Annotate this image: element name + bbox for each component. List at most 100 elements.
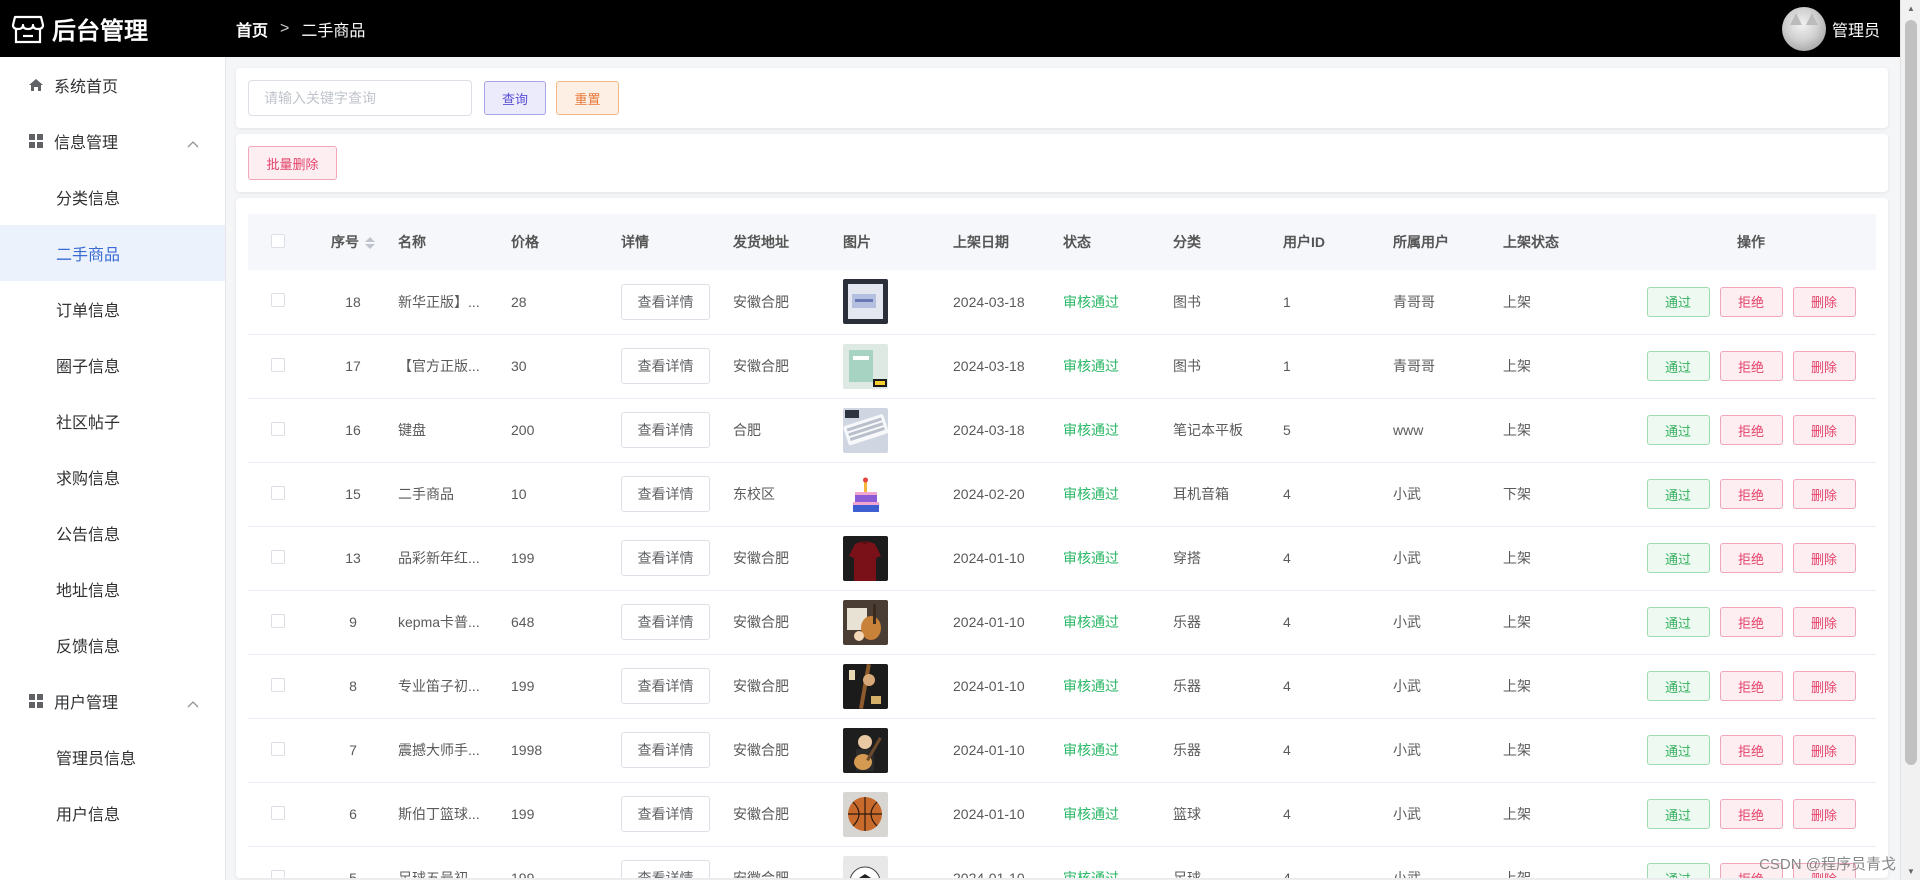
avatar[interactable] [1781, 6, 1826, 51]
product-image[interactable] [843, 343, 888, 389]
row-checkbox[interactable] [271, 357, 285, 372]
product-image[interactable] [843, 407, 888, 453]
table-row[interactable]: 9 kepma卡普... 648 查看详情 安徽合肥 2024-01-10 审核通过 乐器 4 小… [248, 590, 1876, 654]
product-image[interactable] [843, 279, 888, 325]
table-row[interactable]: 16 键盘 200 查看详情 合肥 2024-03-18 审核通过 笔记本平板 5 www 上架 通过… [248, 398, 1876, 462]
approve-button[interactable]: 通过 [1646, 799, 1710, 829]
row-checkbox[interactable] [271, 549, 285, 564]
reject-button[interactable]: 拒绝 [1719, 479, 1783, 509]
reject-button[interactable]: 拒绝 [1719, 799, 1783, 829]
product-image[interactable] [843, 855, 888, 878]
approve-button[interactable]: 通过 [1646, 863, 1710, 878]
page-scrollbar[interactable]: ▲ ▼ [1900, 0, 1920, 880]
logo[interactable]: 后台管理 [0, 11, 236, 47]
table-row[interactable]: 18 新华正版】... 28 查看详情 安徽合肥 2024-03-18 审核通过 图书 1 青哥哥… [248, 270, 1876, 334]
view-detail-button[interactable]: 查看详情 [621, 348, 710, 384]
approve-button[interactable]: 通过 [1646, 671, 1710, 701]
sidebar-item[interactable]: 求购信息 [0, 449, 225, 505]
sort-icon[interactable] [365, 237, 375, 250]
delete-button[interactable]: 删除 [1792, 543, 1856, 573]
table-row[interactable]: 17 【官方正版... 30 查看详情 安徽合肥 2024-03-18 审核通过 图书 1 青哥哥… [248, 334, 1876, 398]
product-image[interactable] [843, 727, 888, 773]
row-checkbox[interactable] [271, 293, 285, 308]
sidebar-item[interactable]: 地址信息 [0, 561, 225, 617]
chevron-up-icon[interactable] [187, 135, 199, 153]
select-all-checkbox[interactable] [271, 233, 285, 248]
delete-button[interactable]: 删除 [1792, 479, 1856, 509]
delete-button[interactable]: 删除 [1792, 735, 1856, 765]
delete-button[interactable]: 删除 [1792, 351, 1856, 381]
reject-button[interactable]: 拒绝 [1719, 607, 1783, 637]
row-checkbox[interactable] [271, 421, 285, 436]
table-row[interactable]: 13 品彩新年红... 199 查看详情 安徽合肥 2024-01-10 审核通过 穿搭 4 小武… [248, 526, 1876, 590]
reject-button[interactable]: 拒绝 [1719, 286, 1783, 317]
batch-delete-button[interactable]: 批量删除 [248, 146, 337, 180]
view-detail-button[interactable]: 查看详情 [621, 412, 710, 448]
search-input[interactable] [248, 80, 472, 116]
product-image[interactable] [843, 663, 888, 709]
sidebar-item[interactable]: 分类信息 [0, 169, 225, 225]
product-image[interactable] [843, 791, 888, 837]
sidebar-item[interactable]: 反馈信息 [0, 617, 225, 673]
reject-button[interactable]: 拒绝 [1719, 415, 1783, 445]
approve-button[interactable]: 通过 [1646, 735, 1710, 765]
table-row[interactable]: 6 斯伯丁篮球... 199 查看详情 安徽合肥 2024-01-10 审核通过 篮球 4 小武 上… [248, 782, 1876, 846]
sidebar-item[interactable]: 管理员信息 [0, 729, 225, 785]
user-name[interactable]: 管理员 [1832, 17, 1880, 41]
sidebar-item[interactable]: 圈子信息 [0, 337, 225, 393]
reset-button[interactable]: 重置 [556, 81, 619, 115]
view-detail-button[interactable]: 查看详情 [621, 283, 710, 320]
user-menu[interactable]: 管理员 [1781, 0, 1880, 57]
approve-button[interactable]: 通过 [1646, 543, 1710, 573]
reject-button[interactable]: 拒绝 [1719, 671, 1783, 701]
approve-button[interactable]: 通过 [1646, 479, 1710, 509]
approve-button[interactable]: 通过 [1646, 607, 1710, 637]
scroll-thumb[interactable] [1905, 20, 1917, 765]
view-detail-button[interactable]: 查看详情 [621, 540, 710, 576]
row-checkbox[interactable] [271, 805, 285, 820]
row-checkbox[interactable] [271, 741, 285, 756]
query-button[interactable]: 查询 [484, 81, 546, 115]
delete-button[interactable]: 删除 [1792, 415, 1856, 445]
sidebar-item[interactable]: 系统首页 [0, 57, 225, 113]
view-detail-button[interactable]: 查看详情 [621, 796, 710, 832]
sidebar-item[interactable]: 二手商品 [0, 225, 225, 281]
scroll-down-arrow-icon[interactable]: ▼ [1901, 863, 1920, 880]
delete-button[interactable]: 删除 [1792, 671, 1856, 701]
view-detail-button[interactable]: 查看详情 [621, 732, 710, 768]
delete-button[interactable]: 删除 [1792, 286, 1856, 317]
sidebar-item[interactable]: 用户管理 [0, 673, 225, 729]
sidebar-item[interactable]: 订单信息 [0, 281, 225, 337]
row-checkbox[interactable] [271, 485, 285, 500]
table-row[interactable]: 5 足球五号初... 199 查看详情 安徽合肥 2024-01-10 审核通过 足球 4 小武 上… [248, 846, 1876, 878]
product-image[interactable] [843, 599, 888, 645]
row-checkbox[interactable] [271, 869, 285, 878]
breadcrumb-home[interactable]: 首页 [236, 17, 268, 41]
table-row[interactable]: 8 专业笛子初... 199 查看详情 安徽合肥 2024-01-10 审核通过 乐器 4 小武 上… [248, 654, 1876, 718]
sidebar-item[interactable]: 用户信息 [0, 785, 225, 841]
product-image[interactable] [843, 471, 888, 517]
sidebar-item[interactable]: 公告信息 [0, 505, 225, 561]
reject-button[interactable]: 拒绝 [1719, 351, 1783, 381]
view-detail-button[interactable]: 查看详情 [621, 668, 710, 704]
view-detail-button[interactable]: 查看详情 [621, 860, 710, 878]
sidebar-item[interactable]: 信息管理 [0, 113, 225, 169]
reject-button[interactable]: 拒绝 [1719, 735, 1783, 765]
row-checkbox[interactable] [271, 677, 285, 692]
delete-button[interactable]: 删除 [1792, 799, 1856, 829]
sidebar-item[interactable]: 社区帖子 [0, 393, 225, 449]
approve-button[interactable]: 通过 [1646, 351, 1710, 381]
approve-button[interactable]: 通过 [1646, 415, 1710, 445]
reject-button[interactable]: 拒绝 [1719, 543, 1783, 573]
view-detail-button[interactable]: 查看详情 [621, 604, 710, 640]
table-row[interactable]: 7 震撼大师手... 1998 查看详情 安徽合肥 2024-01-10 审核通过 乐器 4 小武… [248, 718, 1876, 782]
header-id[interactable]: 序号 [308, 214, 398, 270]
view-detail-button[interactable]: 查看详情 [621, 476, 710, 512]
delete-button[interactable]: 删除 [1792, 607, 1856, 637]
product-image[interactable] [843, 535, 888, 581]
chevron-up-icon[interactable] [187, 695, 199, 713]
table-row[interactable]: 15 二手商品 10 查看详情 东校区 2024-02-20 审核通过 耳机音箱 4 小武 下架 通过… [248, 462, 1876, 526]
scroll-up-arrow-icon[interactable]: ▲ [1901, 0, 1920, 17]
row-checkbox[interactable] [271, 613, 285, 628]
approve-button[interactable]: 通过 [1646, 286, 1710, 317]
